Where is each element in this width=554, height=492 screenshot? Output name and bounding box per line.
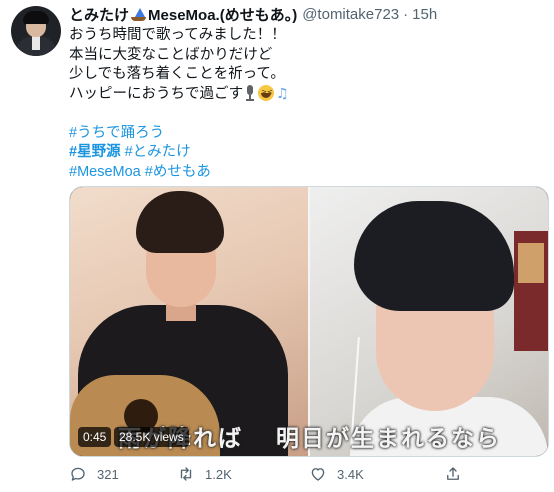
tweet-line-4: ハッピーにおうちで過ごす >< ♫ xyxy=(69,84,529,105)
avatar-shirt xyxy=(32,36,40,50)
retweet-button[interactable]: 1.2K xyxy=(177,464,232,484)
hashtag-uchi-de-odorou[interactable]: #うちで踊ろう xyxy=(69,125,164,141)
tweet-line-2: 本当に大変なことばかりだけど xyxy=(69,46,273,63)
tweet-actions: 321 1.2K 3.4K xyxy=(69,464,489,484)
tweet-line-3: 少しでも落ち着くことを祈って。 xyxy=(69,66,285,82)
video-player[interactable]: 雨が降れば 明日が生まれるなら 0:45 28.5K views xyxy=(69,186,549,457)
retweet-icon xyxy=(180,467,192,481)
author-avatar[interactable] xyxy=(11,6,61,56)
left-singer-hair xyxy=(136,191,224,253)
hashtag-line-2: #星野源 #とみたけ xyxy=(69,143,529,163)
video-duration-badge: 0:45 xyxy=(78,427,112,447)
hashtag-mesemoa[interactable]: #MeseMoa xyxy=(69,164,141,180)
tweet-timestamp[interactable]: 15h xyxy=(412,6,437,23)
video-subtitle-right: 明日が生まれるなら xyxy=(276,426,501,452)
avatar-hair xyxy=(23,11,49,24)
retweet-count: 1.2K xyxy=(205,466,232,482)
tweet-text: おうち時間で歌ってみました！！ 本当に大変なことばかりだけど 少しでも落ち着くこ… xyxy=(69,26,529,182)
author-name-suffix[interactable]: MeseMoa.(めせもあ。) xyxy=(148,7,297,24)
grinning-emoji-icon: >< xyxy=(258,84,275,101)
hashtag-tomitake[interactable]: #とみたけ xyxy=(125,144,191,160)
hashtag-hoshino-gen[interactable]: #星野源 xyxy=(69,144,121,160)
tweet-header: とみたけ MeseMoa.(めせもあ。) @tomitake723 · 15h xyxy=(69,3,437,25)
author-handle[interactable]: @tomitake723 xyxy=(302,6,399,23)
reply-button[interactable]: 321 xyxy=(69,464,119,484)
microphone-emoji-icon xyxy=(245,84,255,101)
author-name[interactable]: とみたけ MeseMoa.(めせもあ。) xyxy=(69,4,297,25)
right-singer-hair xyxy=(354,201,514,311)
author-name-main[interactable]: とみたけ xyxy=(69,7,129,24)
background-poster-detail xyxy=(518,243,544,283)
video-left-panel xyxy=(70,187,308,456)
reply-count: 321 xyxy=(97,466,119,482)
tweet-line-4-text: ハッピーにおうちで過ごす xyxy=(69,85,244,102)
reply-icon xyxy=(71,467,85,481)
sailboat-emoji-icon xyxy=(130,7,147,22)
tweet-line-1: おうち時間で歌ってみました！！ xyxy=(69,27,286,43)
hashtag-mesemoa-kana[interactable]: #めせもあ xyxy=(145,164,211,180)
like-icon xyxy=(311,468,325,481)
like-button[interactable]: 3.4K xyxy=(309,464,364,484)
music-notes-emoji-icon: ♫ xyxy=(276,85,289,102)
video-views-badge: 28.5K views xyxy=(114,427,189,447)
header-separator: · xyxy=(403,5,409,23)
like-count: 3.4K xyxy=(337,466,364,482)
video-right-panel xyxy=(310,187,548,456)
share-button[interactable] xyxy=(444,464,472,484)
hashtag-line-3: #MeseMoa #めせもあ xyxy=(69,163,529,183)
hashtag-line-1: #うちで踊ろう xyxy=(69,124,529,144)
share-icon xyxy=(447,467,459,480)
